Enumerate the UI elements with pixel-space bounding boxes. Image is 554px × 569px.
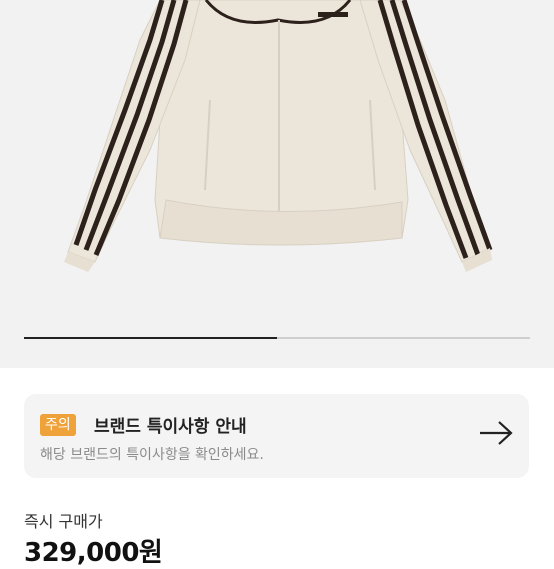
- carousel-progress-fill: [24, 337, 277, 339]
- product-image[interactable]: [0, 0, 554, 368]
- notice-title: 브랜드 특이사항 안내: [94, 417, 247, 437]
- brand-notice-card[interactable]: 주의 브랜드 특이사항 안내 해당 브랜드의 특이사항을 확인하세요.: [24, 394, 529, 478]
- arrow-right-icon[interactable]: [479, 421, 513, 445]
- notice-description: 해당 브랜드의 특이사항을 확인하세요.: [40, 447, 264, 463]
- track-jacket-image: [64, 0, 493, 272]
- warning-badge: 주의: [40, 414, 76, 436]
- instant-buy-price-label: 즉시 구매가: [24, 512, 103, 531]
- carousel-progress-track: [24, 337, 530, 339]
- instant-buy-price: 329,000원: [24, 538, 163, 568]
